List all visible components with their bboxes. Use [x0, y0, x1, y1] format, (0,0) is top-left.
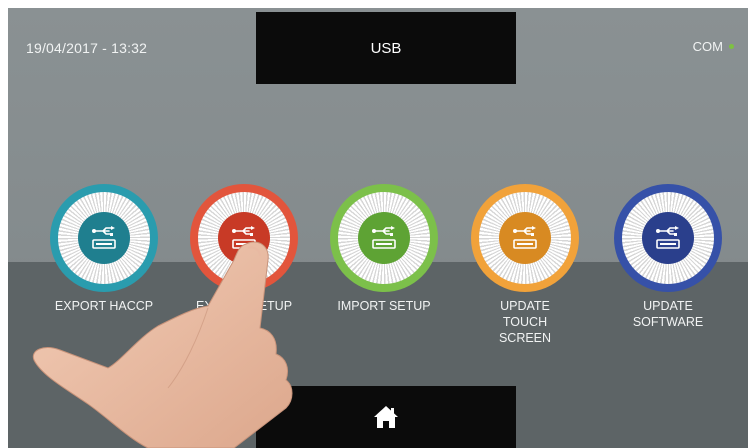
import-setup-label: IMPORT SETUP	[337, 299, 431, 313]
usb-icon	[358, 212, 410, 264]
export-haccp-button[interactable]: EXPORT HACCP	[46, 184, 162, 314]
update-software-button[interactable]: UPDATE SOFTWARE	[610, 184, 726, 330]
export-setup-icon-ring	[190, 184, 298, 292]
usb-icon	[499, 212, 551, 264]
home-icon	[374, 406, 398, 428]
export-haccp-icon-ring	[50, 184, 158, 292]
datetime: 19/04/2017 - 13:32	[26, 40, 148, 56]
com-label: COM	[692, 39, 723, 54]
com-status-dot	[729, 44, 734, 49]
screen: 19/04/2017 - 13:32 USB COM EXPORT HACCP …	[8, 8, 748, 448]
import-setup-button[interactable]: IMPORT SETUP	[326, 184, 442, 314]
usb-icon	[218, 212, 270, 264]
export-haccp-label: EXPORT HACCP	[54, 299, 154, 313]
export-setup-label: EXPORT SETUP	[195, 299, 293, 313]
home-button[interactable]	[256, 386, 516, 448]
update-touch-screen-icon-ring	[471, 184, 579, 292]
update-touch-screen-button[interactable]: UPDATE TOUCH SCREEN	[467, 184, 583, 346]
page-title: USB	[370, 39, 402, 57]
com-status: COM	[693, 39, 734, 54]
title-bar: USB	[256, 12, 516, 84]
export-setup-button[interactable]: EXPORT SETUP	[186, 184, 302, 314]
update-software-label: UPDATE SOFTWARE	[632, 299, 704, 329]
update-software-icon-ring	[614, 184, 722, 292]
usb-icon	[642, 212, 694, 264]
import-setup-icon-ring	[330, 184, 438, 292]
usb-icon	[78, 212, 130, 264]
update-touch-screen-label: UPDATE TOUCH SCREEN	[498, 299, 552, 345]
